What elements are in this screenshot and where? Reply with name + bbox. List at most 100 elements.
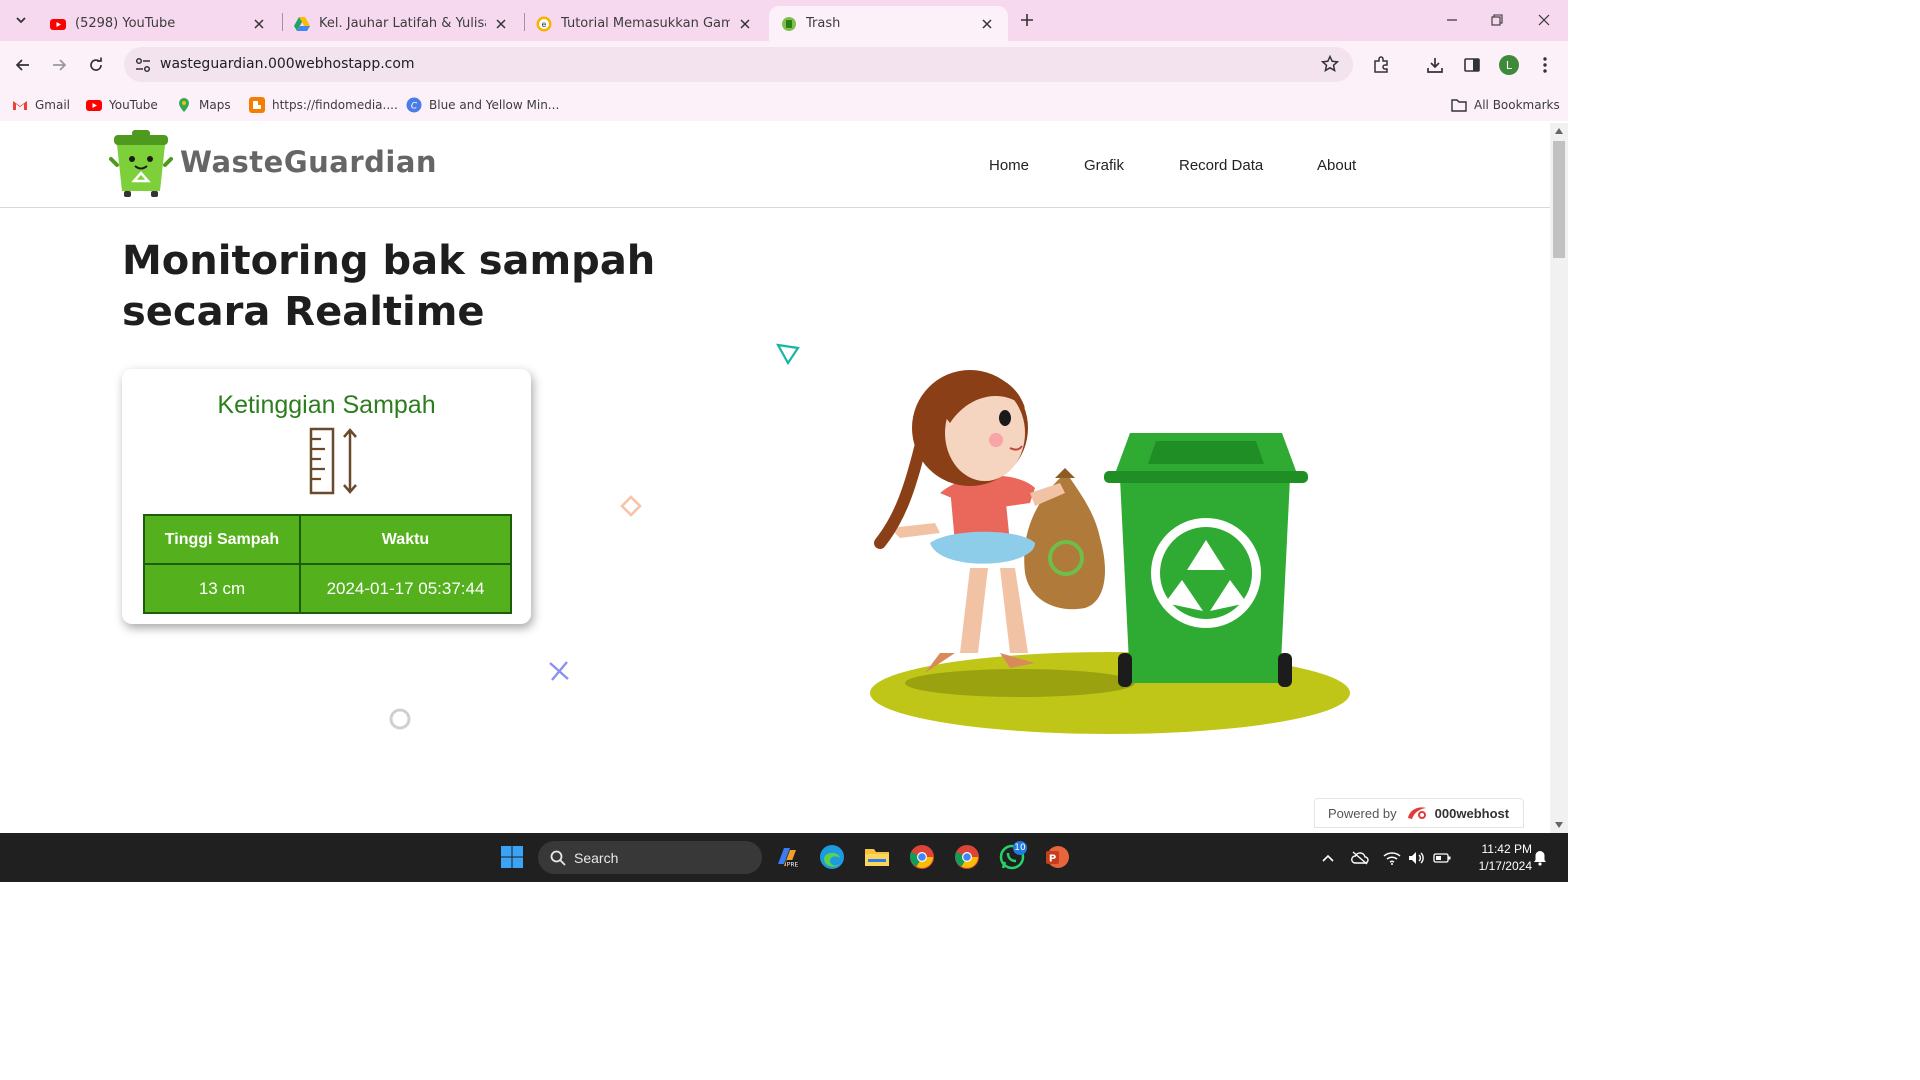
powered-by-brand: 000webhost <box>1434 805 1510 821</box>
close-window-button[interactable] <box>1529 8 1559 32</box>
plus-icon <box>1021 14 1033 26</box>
canva-icon: C <box>406 97 422 113</box>
circle-decoration <box>389 708 411 730</box>
taskbar-edge[interactable] <box>817 842 847 872</box>
browser-toolbar: wasteguardian.000webhostapp.com L <box>0 41 1568 88</box>
nav-home[interactable]: Home <box>989 157 1029 174</box>
bookmarks-bar: Gmail YouTube Maps https://findomedia...… <box>0 88 1568 121</box>
arrow-left-icon <box>15 59 29 71</box>
ruler-height-icon <box>309 427 357 495</box>
tab-tutorial[interactable]: e Tutorial Memasukkan Gambar F <box>524 6 766 41</box>
nav-record-data[interactable]: Record Data <box>1179 157 1263 174</box>
powered-by-badge[interactable]: Powered by 000webhost <box>1314 798 1524 828</box>
nav-about[interactable]: About <box>1317 157 1356 174</box>
volume-icon <box>1409 852 1424 864</box>
maps-icon <box>179 98 189 112</box>
start-button[interactable] <box>497 842 527 872</box>
restore-icon <box>1491 14 1503 26</box>
taskbar-clock[interactable]: 11:42 PM 1/17/2024 <box>1462 841 1532 875</box>
taskbar-search[interactable]: Search <box>538 841 762 874</box>
taskbar-copilot[interactable]: PRE <box>772 842 802 872</box>
side-panel-button[interactable] <box>1458 51 1486 79</box>
bookmark-maps[interactable]: Maps <box>176 95 231 115</box>
windows-taskbar: Search PRE 10 P 11:42 PM 1/17/2024 <box>0 833 1568 882</box>
close-tab-icon[interactable] <box>492 15 510 33</box>
cross-decoration <box>549 661 569 681</box>
bookmark-gmail[interactable]: Gmail <box>12 95 70 115</box>
bookmark-star-icon[interactable] <box>1321 55 1339 73</box>
scroll-up-icon[interactable] <box>1555 128 1563 134</box>
all-bookmarks-label: All Bookmarks <box>1474 98 1560 112</box>
bookmark-findomedia[interactable]: https://findomedia.... <box>249 95 398 115</box>
taskbar-chrome[interactable] <box>907 842 937 872</box>
trash-favicon <box>782 16 796 31</box>
forward-button[interactable] <box>45 51 73 79</box>
nav-grafik[interactable]: Grafik <box>1084 157 1124 174</box>
youtube-icon <box>50 18 66 30</box>
all-bookmarks-button[interactable]: All Bookmarks <box>1451 95 1560 115</box>
powered-by-text: Powered by <box>1328 805 1397 821</box>
new-tab-button[interactable] <box>1016 9 1038 31</box>
battery-icon <box>1433 853 1451 863</box>
tray-notifications[interactable] <box>1531 849 1549 867</box>
tab-trash[interactable]: Trash <box>769 6 1008 41</box>
tray-onedrive[interactable] <box>1351 849 1369 867</box>
minimize-button[interactable] <box>1437 8 1467 32</box>
whatsapp-badge: 10 <box>1013 841 1027 855</box>
tab-google-drive[interactable]: Kel. Jauhar Latifah & Yulisa Sury <box>282 6 522 41</box>
web-page: WasteGuardian Home Grafik Record Data Ab… <box>0 123 1550 833</box>
search-icon <box>550 850 566 866</box>
address-bar[interactable]: wasteguardian.000webhostapp.com <box>124 47 1353 82</box>
side-panel-icon <box>1464 58 1480 72</box>
scroll-down-icon[interactable] <box>1555 822 1563 828</box>
restore-button[interactable] <box>1482 8 1512 32</box>
site-e-icon: e <box>536 16 552 31</box>
menu-button[interactable] <box>1531 51 1559 79</box>
table-row: 13 cm 2024-01-17 05:37:44 <box>143 563 512 614</box>
tab-title: Tutorial Memasukkan Gambar F <box>561 16 730 31</box>
reload-button[interactable] <box>82 51 110 79</box>
cloud-offline-icon <box>1351 851 1369 865</box>
waste-height-card: Ketinggian Sampah Tinggi Sampah Waktu 13… <box>122 369 531 624</box>
tray-wifi[interactable] <box>1383 849 1401 867</box>
tab-title: Kel. Jauhar Latifah & Yulisa Sury <box>319 16 486 31</box>
folder-icon <box>865 849 889 866</box>
table-header-row: Tinggi Sampah Waktu <box>143 514 512 565</box>
powerpoint-icon: P <box>1046 846 1069 868</box>
profile-avatar[interactable]: L <box>1499 55 1519 75</box>
brand-name[interactable]: WasteGuardian <box>180 145 437 179</box>
svg-text:C: C <box>411 102 418 112</box>
bookmark-canva[interactable]: C Blue and Yellow Min... <box>406 95 559 115</box>
close-tab-icon[interactable] <box>978 15 996 33</box>
bookmark-youtube[interactable]: YouTube <box>86 95 158 115</box>
kebab-menu-icon <box>1543 57 1547 73</box>
tab-search-button[interactable] <box>7 7 35 33</box>
chrome-icon <box>910 845 934 869</box>
arrow-right-icon <box>53 59 67 71</box>
tray-overflow-button[interactable] <box>1319 849 1337 867</box>
extensions-button[interactable] <box>1367 51 1395 79</box>
close-tab-icon[interactable] <box>736 15 754 33</box>
bookmark-label: Maps <box>199 98 231 112</box>
close-icon <box>1538 14 1550 26</box>
taskbar-file-explorer[interactable] <box>862 842 892 872</box>
svg-text:PRE: PRE <box>787 862 799 869</box>
site-info-icon[interactable] <box>134 56 152 74</box>
edge-icon <box>820 845 844 869</box>
tab-youtube[interactable]: (5298) YouTube <box>38 6 280 41</box>
tray-battery[interactable] <box>1433 849 1451 867</box>
back-button[interactable] <box>9 51 37 79</box>
tray-volume[interactable] <box>1408 849 1426 867</box>
scrollbar-thumb[interactable] <box>1553 141 1565 258</box>
card-title: Ketinggian Sampah <box>217 391 436 419</box>
wasteguardian-logo-icon[interactable] <box>108 129 174 199</box>
page-scrollbar[interactable] <box>1550 123 1568 833</box>
taskbar-chrome-profile[interactable] <box>952 842 982 872</box>
search-label: Search <box>574 849 619 866</box>
downloads-button[interactable] <box>1421 51 1449 79</box>
close-tab-icon[interactable] <box>250 15 268 33</box>
bookmark-label: https://findomedia.... <box>272 98 398 112</box>
taskbar-powerpoint[interactable]: P <box>1042 842 1072 872</box>
chrome-icon <box>955 845 979 869</box>
folder-icon <box>1451 99 1467 112</box>
